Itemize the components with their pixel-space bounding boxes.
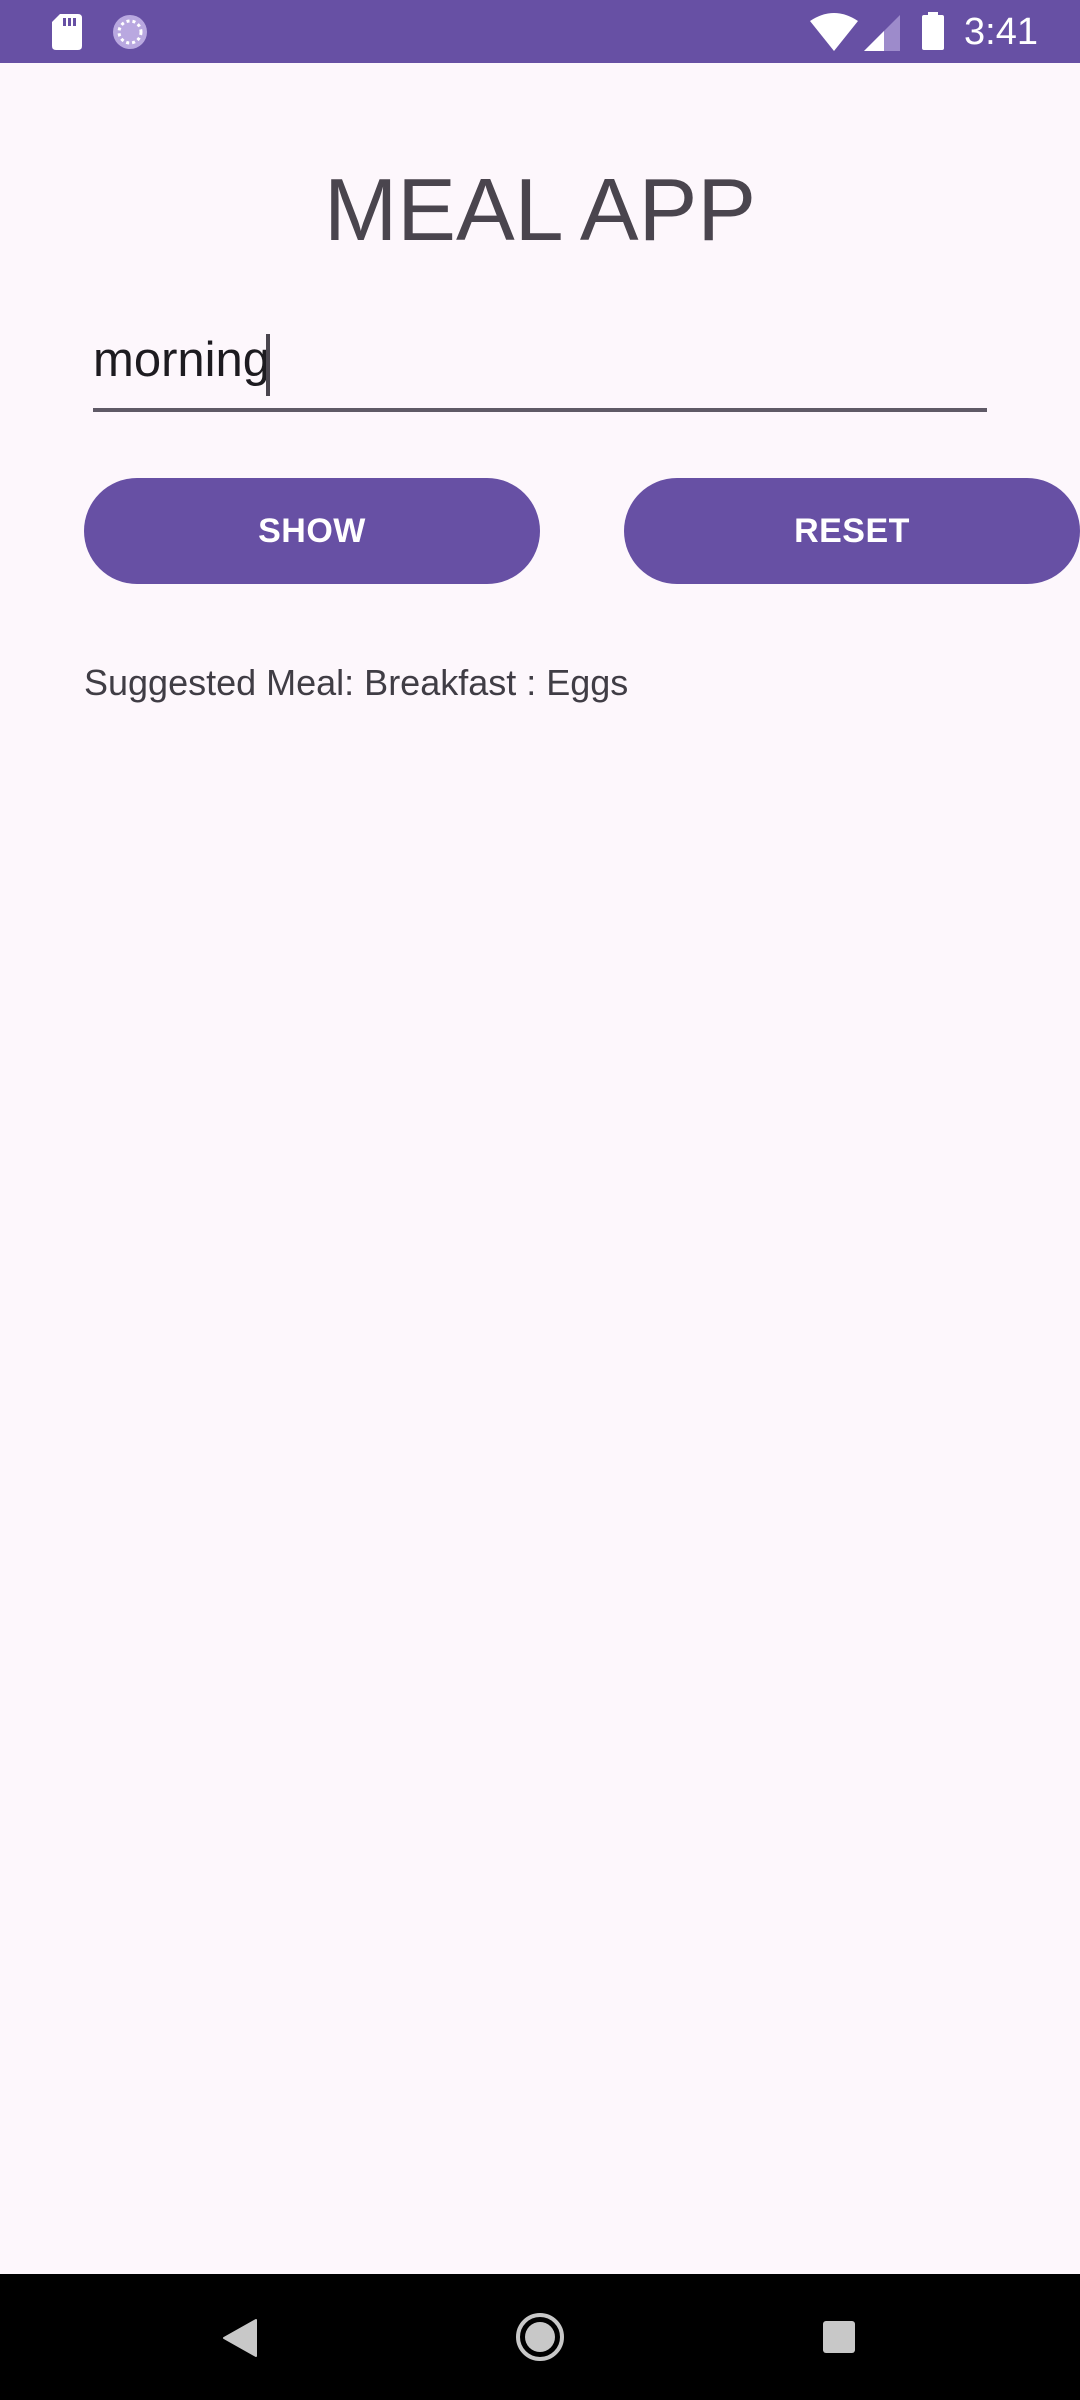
suggested-meal-text: Suggested Meal: Breakfast : Eggs xyxy=(84,662,629,703)
home-icon[interactable] xyxy=(515,2312,565,2362)
wifi-icon xyxy=(810,13,858,51)
navigation-bar xyxy=(0,2274,1080,2400)
status-time: 3:41 xyxy=(964,11,1038,53)
show-button[interactable]: SHOW xyxy=(84,478,540,584)
signal-icon xyxy=(864,15,900,51)
app-title: MEAL APP xyxy=(323,160,757,259)
sd-card-icon xyxy=(52,14,82,50)
reset-button[interactable]: RESET xyxy=(624,478,1080,584)
meal-time-input[interactable] xyxy=(93,320,987,400)
text-cursor xyxy=(266,334,270,396)
back-icon[interactable] xyxy=(222,2318,258,2358)
sync-icon xyxy=(113,15,147,49)
meal-time-field[interactable] xyxy=(93,320,987,412)
recents-icon[interactable] xyxy=(822,2320,856,2354)
battery-icon xyxy=(922,12,944,50)
status-bar: 3:41 xyxy=(0,0,1080,63)
